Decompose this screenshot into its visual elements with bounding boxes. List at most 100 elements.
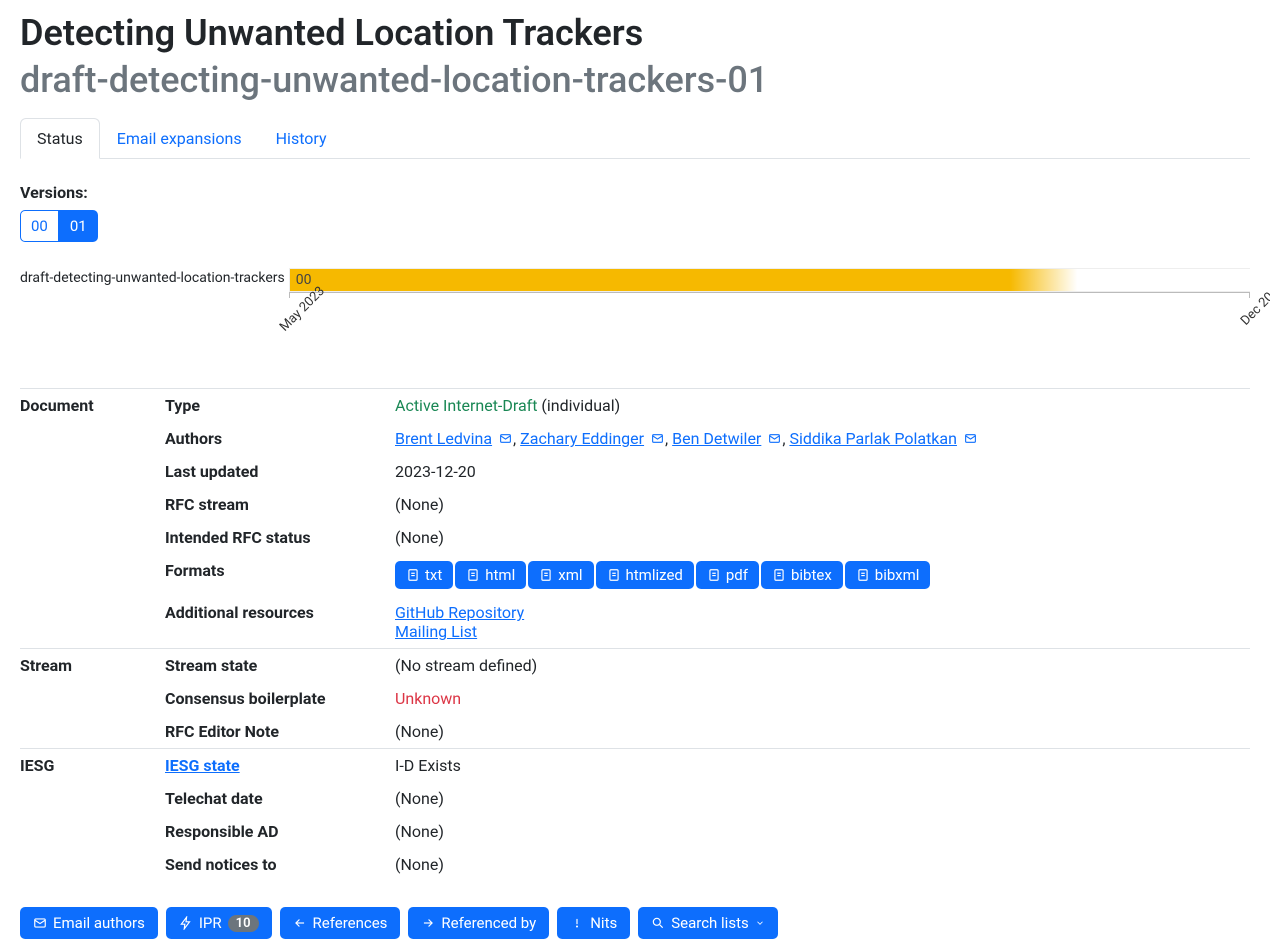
section-document: Document [20, 389, 165, 423]
file-icon [466, 568, 480, 582]
references-label: References [313, 914, 388, 932]
label-notices: Send notices to [165, 848, 395, 881]
tab-history[interactable]: History [259, 118, 344, 159]
alert-icon [570, 916, 584, 930]
format-label: txt [425, 566, 442, 584]
title-subtitle: draft-detecting-unwanted-location-tracke… [20, 59, 1250, 102]
bolt-icon [179, 916, 193, 930]
label-type: Type [165, 389, 395, 423]
version-00-button[interactable]: 00 [20, 210, 59, 242]
format-bibtex-button[interactable]: bibtex [761, 561, 843, 589]
value-rfc-stream: (None) [395, 488, 1250, 521]
format-xml-button[interactable]: xml [528, 561, 593, 589]
nits-button[interactable]: Nits [557, 907, 630, 939]
value-consensus: Unknown [395, 682, 1250, 715]
author-link[interactable]: Zachary Eddinger [520, 429, 644, 448]
format-html-button[interactable]: html [455, 561, 526, 589]
label-formats: Formats [165, 554, 395, 596]
format-label: bibtex [791, 566, 832, 584]
label-additional: Additional resources [165, 596, 395, 649]
format-txt-button[interactable]: txt [395, 561, 453, 589]
timeline-bar[interactable]: 00 [289, 268, 1250, 292]
references-button[interactable]: References [280, 907, 401, 939]
timeline-bar-label: 00 [296, 272, 312, 288]
mail-icon [33, 916, 47, 930]
label-ad: Responsible AD [165, 815, 395, 848]
author-link[interactable]: Siddika Parlak Polatkan [789, 429, 957, 448]
section-iesg: IESG [20, 749, 165, 783]
value-notices: (None) [395, 848, 1250, 881]
version-01-button[interactable]: 01 [59, 210, 98, 242]
additional-resource-link[interactable]: GitHub Repository [395, 603, 524, 622]
version-buttons: 00 01 [20, 210, 1250, 242]
mail-icon[interactable] [650, 432, 665, 445]
value-authors: Brent Ledvina , Zachary Eddinger , Ben D… [395, 422, 1250, 455]
value-additional: GitHub RepositoryMailing List [395, 596, 1250, 649]
file-icon [539, 568, 553, 582]
tab-email-expansions[interactable]: Email expansions [100, 118, 259, 159]
arrow-left-icon [293, 916, 307, 930]
tab-status[interactable]: Status [20, 118, 100, 159]
label-editor-note: RFC Editor Note [165, 715, 395, 749]
format-label: pdf [726, 566, 748, 584]
value-last-updated: 2023-12-20 [395, 455, 1250, 488]
value-iesg-state: I-D Exists [395, 749, 1250, 783]
value-type: Active Internet-Draft (individual) [395, 389, 1250, 423]
iesg-state-link[interactable]: IESG state [165, 756, 240, 775]
email-authors-label: Email authors [53, 914, 145, 932]
file-icon [707, 568, 721, 582]
mail-icon[interactable] [767, 432, 782, 445]
format-label: bibxml [875, 566, 920, 584]
format-label: xml [558, 566, 582, 584]
label-telechat: Telechat date [165, 782, 395, 815]
arrow-right-icon [421, 916, 435, 930]
label-iesg-state: IESG state [165, 749, 395, 783]
value-stream-state: (No stream defined) [395, 649, 1250, 683]
file-icon [406, 568, 420, 582]
search-icon [651, 916, 665, 930]
format-label: htmlized [626, 566, 683, 584]
search-lists-label: Search lists [671, 914, 748, 932]
mail-icon[interactable] [963, 432, 978, 445]
action-bar: Email authors IPR 10 References Referenc… [20, 907, 1250, 939]
timeline: draft-detecting-unwanted-location-tracke… [20, 268, 1250, 328]
timeline-track: 00 May 2023 Dec 20 [289, 268, 1250, 328]
label-stream-state: Stream state [165, 649, 395, 683]
timeline-baseline [289, 292, 1250, 293]
referenced-by-button[interactable]: Referenced by [408, 907, 549, 939]
author-link[interactable]: Brent Ledvina [395, 429, 492, 448]
type-status: Active Internet-Draft [395, 396, 537, 415]
format-label: html [485, 566, 515, 584]
file-icon [607, 568, 621, 582]
metadata-table: Document Type Active Internet-Draft (ind… [20, 388, 1250, 881]
referenced-by-label: Referenced by [441, 914, 536, 932]
email-authors-button[interactable]: Email authors [20, 907, 158, 939]
chevron-down-icon [755, 918, 765, 928]
ipr-label: IPR [199, 914, 222, 932]
label-consensus: Consensus boilerplate [165, 682, 395, 715]
mail-icon[interactable] [498, 432, 513, 445]
versions-label: Versions: [20, 183, 1250, 202]
label-rfc-stream: RFC stream [165, 488, 395, 521]
label-last-updated: Last updated [165, 455, 395, 488]
title-text: Detecting Unwanted Location Trackers [20, 12, 643, 54]
ipr-count-badge: 10 [228, 915, 259, 932]
section-stream: Stream [20, 649, 165, 683]
ipr-button[interactable]: IPR 10 [166, 907, 272, 939]
value-ad: (None) [395, 815, 1250, 848]
format-htmlized-button[interactable]: htmlized [596, 561, 694, 589]
value-telechat: (None) [395, 782, 1250, 815]
timeline-tick-label-end: Dec 20 [1238, 290, 1270, 329]
timeline-tick [1249, 292, 1250, 298]
timeline-draft-name: draft-detecting-unwanted-location-tracke… [20, 268, 285, 286]
label-authors: Authors [165, 422, 395, 455]
type-suffix: (individual) [537, 396, 620, 415]
author-link[interactable]: Ben Detwiler [672, 429, 761, 448]
search-lists-button[interactable]: Search lists [638, 907, 777, 939]
file-icon [772, 568, 786, 582]
nits-label: Nits [590, 914, 617, 932]
format-pdf-button[interactable]: pdf [696, 561, 759, 589]
value-formats: txt html xml htmlized pdf bibtex bibxml [395, 554, 1250, 596]
format-bibxml-button[interactable]: bibxml [845, 561, 931, 589]
additional-resource-link[interactable]: Mailing List [395, 622, 477, 641]
